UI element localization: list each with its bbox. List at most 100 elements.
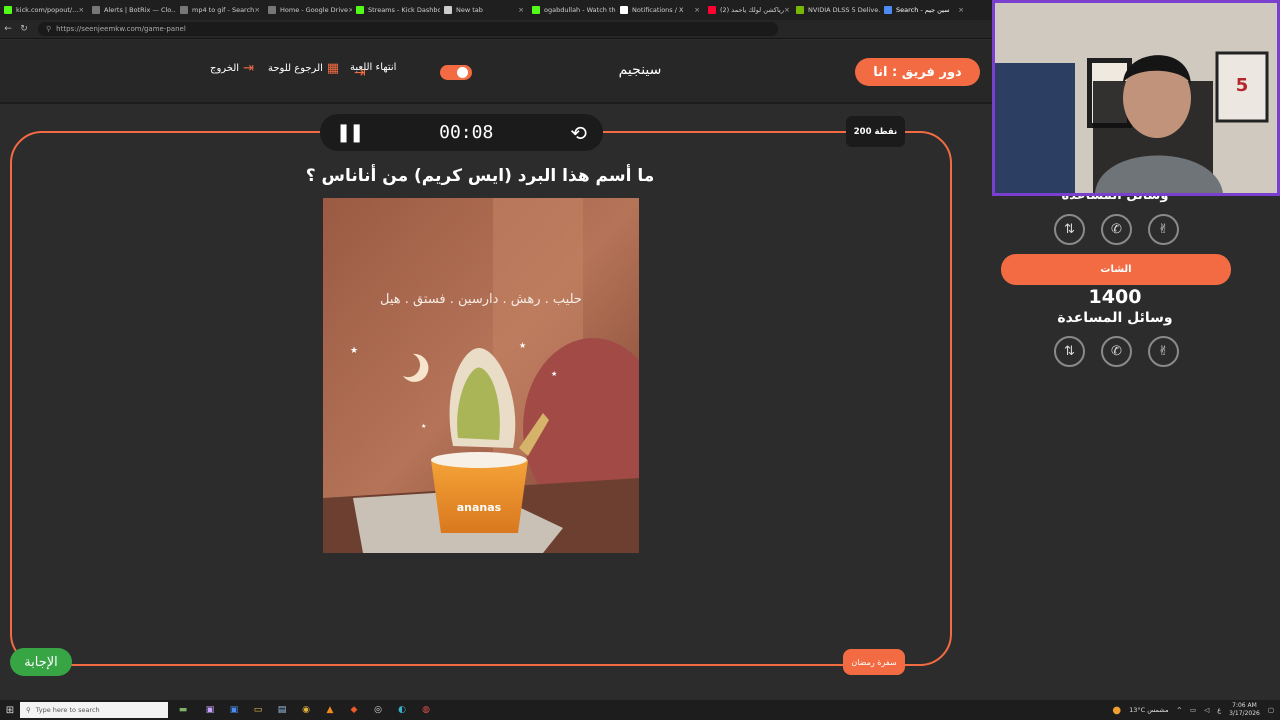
timer-display: 00:08 — [439, 122, 494, 143]
clock-date: 3/17/2026 — [1229, 710, 1260, 717]
address-text: https://seenjeemkw.com/game-panel — [56, 25, 186, 33]
brave-icon[interactable]: ◆ — [342, 700, 366, 720]
close-tab-icon[interactable]: × — [694, 6, 700, 14]
helpers-title: وسائل المساعدة — [1057, 310, 1173, 326]
cup-brand-text: ananas — [457, 501, 502, 514]
file-explorer-icon[interactable]: ▭ — [246, 700, 270, 720]
search-icon: ⚲ — [26, 706, 31, 714]
close-tab-icon[interactable]: × — [518, 6, 524, 14]
drive-icon — [268, 6, 276, 14]
points-badge: 200 نقطة — [846, 116, 905, 147]
browser-tab-bar: kick.com/popout/... × Alerts | BotRix — Cl… — [0, 0, 992, 20]
image-caption: حليب . رهش . دارسين . فستق . هيل — [380, 292, 582, 307]
question-text: ما أسم هذا البرد (ايس كريم) من أناناس ؟ — [305, 166, 655, 186]
back-to-board-button[interactable]: الرجوع للوحة ▦ — [268, 62, 339, 75]
back-arrow-icon[interactable]: ← — [0, 24, 16, 34]
team-turn-badge: دور فريق : انا — [855, 58, 980, 86]
close-tab-icon[interactable]: × — [254, 6, 260, 14]
hand-icon[interactable]: ✌ — [1148, 214, 1179, 245]
notifications-icon[interactable]: ▢ — [1268, 706, 1274, 714]
notepad-icon[interactable]: ▤ — [270, 700, 294, 720]
weather-widget-icon[interactable]: ▬ — [168, 700, 198, 720]
browser-tab-title: Streams - Kick Dashbo... — [368, 6, 440, 14]
browser-tab[interactable]: Streams - Kick Dashbo...× — [352, 0, 440, 20]
phone-icon[interactable]: ✆ — [1101, 214, 1132, 245]
youtube-icon — [708, 6, 716, 14]
timer-bar: ❚❚ 00:08 ⟲ — [320, 114, 603, 151]
word-icon[interactable]: ▣ — [222, 700, 246, 720]
toggle-knob — [457, 67, 468, 78]
helpers-row-top: ⇅ ✆ ✌ — [1054, 214, 1179, 245]
browser-tab-title: NVIDIA DLSS 5 Delive... — [808, 6, 880, 14]
game-title: سينجيم — [618, 62, 662, 78]
address-field[interactable]: ⚲ https://seenjeemkw.com/game-panel — [38, 22, 778, 36]
obs-icon[interactable]: ◎ — [366, 700, 390, 720]
browser-tab[interactable]: (2) رياكشن لولك ياحمد × — [704, 0, 792, 20]
browser-tab-title: New tab — [456, 6, 483, 14]
x-icon — [620, 6, 628, 14]
browser-tab[interactable]: NVIDIA DLSS 5 Delive...× — [792, 0, 880, 20]
browser-tab-title: Alerts | BotRix — Clo... — [104, 6, 176, 14]
sun-icon: ● — [1112, 704, 1122, 716]
hand-icon[interactable]: ✌ — [1148, 336, 1179, 367]
search-tab-icon — [180, 6, 188, 14]
vlc-icon[interactable]: ▲ — [318, 700, 342, 720]
reload-icon[interactable]: ↻ — [16, 24, 32, 34]
close-tab-icon[interactable]: × — [784, 6, 790, 14]
system-tray: ● 13°C مشمس ^ ▭ ◁ ع 7:06 AM 3/17/2026 ▢ — [1112, 700, 1274, 720]
svg-text:5: 5 — [1236, 75, 1249, 96]
browser-tab[interactable]: Alerts | BotRix — Clo...× — [88, 0, 176, 20]
lang-indicator[interactable]: ع — [1217, 706, 1221, 714]
browser-tab[interactable]: New tab × — [440, 0, 528, 20]
exit-label: الخروج — [210, 63, 240, 74]
two-answers-icon[interactable]: ⇅ — [1054, 214, 1085, 245]
site-info-icon[interactable]: ⚲ — [46, 25, 51, 33]
svg-text:★: ★ — [551, 370, 557, 378]
question-image: ★ ★ ★ ★ ananas حليب . رهش . دارسين . فست… — [323, 198, 639, 553]
chrome-icon[interactable]: ◉ — [294, 700, 318, 720]
browser-tab-title: mp4 to gif - Search — [192, 6, 255, 14]
volume-icon[interactable]: ◁ — [1204, 706, 1209, 714]
browser-tab-title: ogabdullah - Watch th... — [544, 6, 616, 14]
premiere-icon[interactable]: ▣ — [198, 700, 222, 720]
svg-text:★: ★ — [519, 341, 526, 350]
browser-tab[interactable]: ogabdullah - Watch th...× — [528, 0, 616, 20]
exit-button[interactable]: الخروج ⇥ — [210, 62, 254, 75]
webcam-overlay: 5 — [992, 0, 1280, 196]
chat-button[interactable]: الشات — [1001, 254, 1231, 285]
botrix-icon — [92, 6, 100, 14]
kick-icon — [356, 6, 364, 14]
taskbar-search-placeholder: Type here to search — [35, 706, 100, 714]
search-tab-icon — [884, 6, 892, 14]
edge-icon[interactable]: ◐ — [390, 700, 414, 720]
close-tab-icon[interactable]: × — [78, 6, 84, 14]
browser-tab[interactable]: Search - سين جيم × — [880, 0, 968, 20]
taskbar-search[interactable]: ⚲ Type here to search — [20, 702, 168, 718]
answer-button[interactable]: الإجابة — [10, 648, 72, 676]
browser-tab-title: (2) رياكشن لولك ياحمد — [720, 6, 784, 14]
reset-timer-icon[interactable]: ⟲ — [570, 121, 587, 145]
phone-icon[interactable]: ✆ — [1101, 336, 1132, 367]
screen-capture-icon[interactable]: ◍ — [414, 700, 438, 720]
network-icon[interactable]: ▭ — [1190, 706, 1196, 714]
helpers-row: ⇅ ✆ ✌ — [1054, 336, 1179, 367]
browser-tab[interactable]: Notifications / X × — [616, 0, 704, 20]
clock[interactable]: 7:06 AM 3/17/2026 — [1229, 702, 1260, 718]
door-exit-icon: ⇥ — [243, 61, 254, 76]
kick-icon — [532, 6, 540, 14]
tray-chevron-icon[interactable]: ^ — [1177, 706, 1182, 714]
browser-tab[interactable]: mp4 to gif - Search × — [176, 0, 264, 20]
browser-tab[interactable]: kick.com/popout/... × — [0, 0, 88, 20]
browser-tab[interactable]: Home - Google Drive × — [264, 0, 352, 20]
browser-url-bar: ← ↻ ⚲ https://seenjeemkw.com/game-panel — [0, 20, 992, 39]
back-to-board-label: الرجوع للوحة — [268, 63, 323, 74]
close-tab-icon[interactable]: × — [958, 6, 964, 14]
end-game-toggle[interactable] — [440, 65, 472, 80]
weather-text: 13°C مشمس — [1129, 706, 1169, 714]
newtab-icon — [444, 6, 452, 14]
team-score: 1400 — [1088, 286, 1142, 308]
ice-cream-photo: ★ ★ ★ ★ ananas — [323, 198, 639, 553]
two-answers-icon[interactable]: ⇅ — [1054, 336, 1085, 367]
windows-start-icon[interactable]: ⊞ — [0, 700, 20, 720]
pause-icon[interactable]: ❚❚ — [336, 122, 364, 143]
